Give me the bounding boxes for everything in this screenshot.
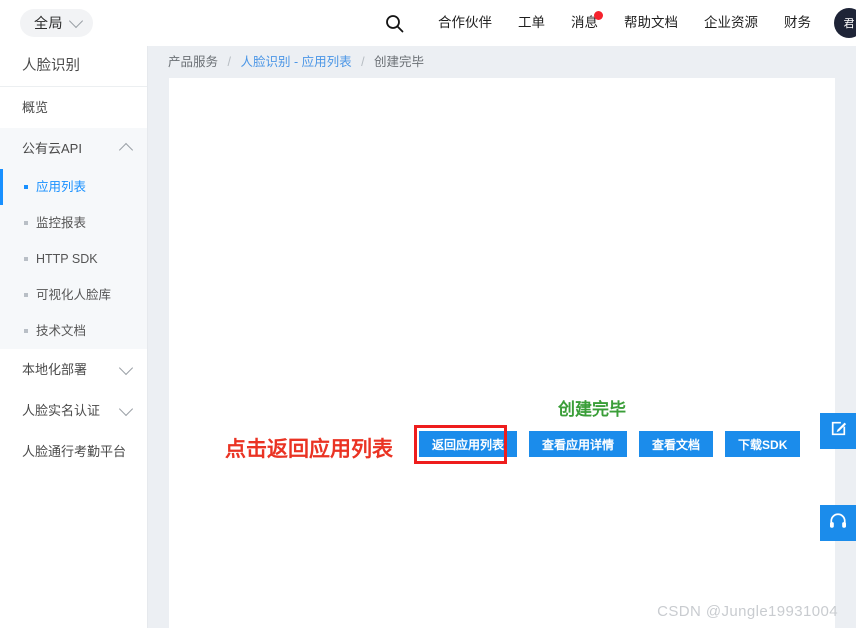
nav-item-label: 合作伙伴 [438, 15, 492, 30]
sidebar: 人脸识别 概览 公有云API 应用列表 监控报表 HTTP SDK 可视化人脸库 [0, 46, 148, 628]
sidebar-group-public-cloud-api[interactable]: 公有云API [0, 128, 147, 169]
breadcrumb-separator: / [361, 55, 365, 69]
sidebar-item-label: 可视化人脸库 [36, 288, 112, 302]
watermark: CSDN @Jungle19931004 [657, 603, 838, 620]
active-indicator [0, 169, 3, 205]
bullet-icon [24, 185, 28, 189]
nav-item-partners[interactable]: 合作伙伴 [425, 0, 505, 46]
breadcrumb-separator: / [227, 55, 231, 69]
sidebar-item-monitor-report[interactable]: 监控报表 [0, 205, 147, 241]
bullet-icon [24, 329, 28, 333]
bullet-icon [24, 221, 28, 225]
nav-item-label: 帮助文档 [624, 15, 678, 30]
annotation-text: 点击返回应用列表 [225, 438, 393, 461]
sidebar-item-label: 人脸通行考勤平台 [22, 444, 127, 459]
header-nav: 合作伙伴 工单 消息 帮助文档 企业资源 财务 君 [377, 0, 856, 46]
nav-item-tickets[interactable]: 工单 [505, 0, 558, 46]
sidebar-group-local-deployment[interactable]: 本地化部署 [0, 349, 147, 390]
sidebar-group-real-name-auth[interactable]: 人脸实名认证 [0, 390, 147, 431]
nav-item-messages[interactable]: 消息 [558, 0, 611, 46]
sidebar-group-label: 公有云API [22, 141, 82, 156]
sidebar-item-label: 监控报表 [36, 216, 87, 230]
breadcrumb-item-app-list[interactable]: 人脸识别 - 应用列表 [240, 55, 351, 69]
sidebar-group-label: 人脸实名认证 [22, 403, 101, 418]
nav-item-enterprise-resources[interactable]: 企业资源 [691, 0, 771, 46]
support-float-button[interactable] [820, 505, 856, 541]
app-window: 全局 合作伙伴 工单 消息 帮助文档 企业资源 财务 君 人脸识别 概览 公有云… [0, 0, 856, 628]
chevron-up-icon [118, 128, 134, 169]
sidebar-item-label: 应用列表 [36, 180, 87, 194]
nav-item-finance[interactable]: 财务 [771, 0, 824, 46]
view-app-details-button[interactable]: 查看应用详情 [529, 431, 628, 457]
view-docs-button[interactable]: 查看文档 [639, 431, 714, 457]
avatar[interactable]: 君 [834, 8, 856, 38]
content-card: 创建完毕 点击返回应用列表 返回应用列表 查看应用详情 查看文档 下载SDK [169, 78, 835, 628]
breadcrumb-item-current: 创建完毕 [374, 55, 425, 69]
region-selector-label: 全局 [34, 15, 63, 31]
sidebar-item-overview[interactable]: 概览 [0, 87, 147, 128]
sidebar-item-face-library[interactable]: 可视化人脸库 [0, 277, 147, 313]
sidebar-title: 人脸识别 [0, 46, 147, 87]
breadcrumb: 产品服务 / 人脸识别 - 应用列表 / 创建完毕 [148, 46, 856, 78]
chevron-down-icon [68, 13, 84, 29]
feedback-float-button[interactable] [820, 413, 856, 449]
back-to-app-list-button[interactable]: 返回应用列表 [419, 431, 518, 457]
nav-item-help-docs[interactable]: 帮助文档 [611, 0, 691, 46]
top-header: 全局 合作伙伴 工单 消息 帮助文档 企业资源 财务 君 [0, 0, 856, 46]
breadcrumb-item-products[interactable]: 产品服务 [168, 55, 218, 69]
sidebar-item-attendance-platform[interactable]: 人脸通行考勤平台 [0, 431, 147, 472]
search-icon[interactable] [377, 6, 411, 40]
status-note: 创建完毕 [558, 400, 626, 419]
content-area: 产品服务 / 人脸识别 - 应用列表 / 创建完毕 创建完毕 点击返回应用列表 … [148, 46, 856, 628]
headset-icon [828, 511, 848, 536]
chevron-down-icon [118, 349, 134, 390]
sidebar-item-app-list[interactable]: 应用列表 [0, 169, 147, 205]
sidebar-group-label: 本地化部署 [22, 362, 88, 377]
nav-item-label: 工单 [518, 15, 545, 30]
creation-result-panel: 创建完毕 点击返回应用列表 返回应用列表 查看应用详情 查看文档 下载SDK [169, 78, 835, 628]
bullet-icon [24, 293, 28, 297]
pencil-square-icon [829, 419, 848, 443]
notification-badge-icon [594, 11, 603, 20]
sidebar-item-label: 技术文档 [36, 324, 87, 338]
region-selector[interactable]: 全局 [20, 9, 93, 37]
chevron-down-icon [118, 390, 134, 431]
sidebar-item-http-sdk[interactable]: HTTP SDK [0, 241, 147, 277]
sidebar-item-tech-docs[interactable]: 技术文档 [0, 313, 147, 349]
sidebar-item-label: 概览 [22, 100, 49, 115]
sidebar-item-label: HTTP SDK [36, 252, 98, 266]
nav-item-label: 财务 [784, 15, 811, 30]
download-sdk-button[interactable]: 下载SDK [725, 431, 801, 457]
avatar-initial: 君 [843, 18, 855, 30]
action-button-row: 返回应用列表 查看应用详情 查看文档 下载SDK [419, 431, 801, 457]
nav-item-label: 企业资源 [704, 15, 758, 30]
bullet-icon [24, 257, 28, 261]
